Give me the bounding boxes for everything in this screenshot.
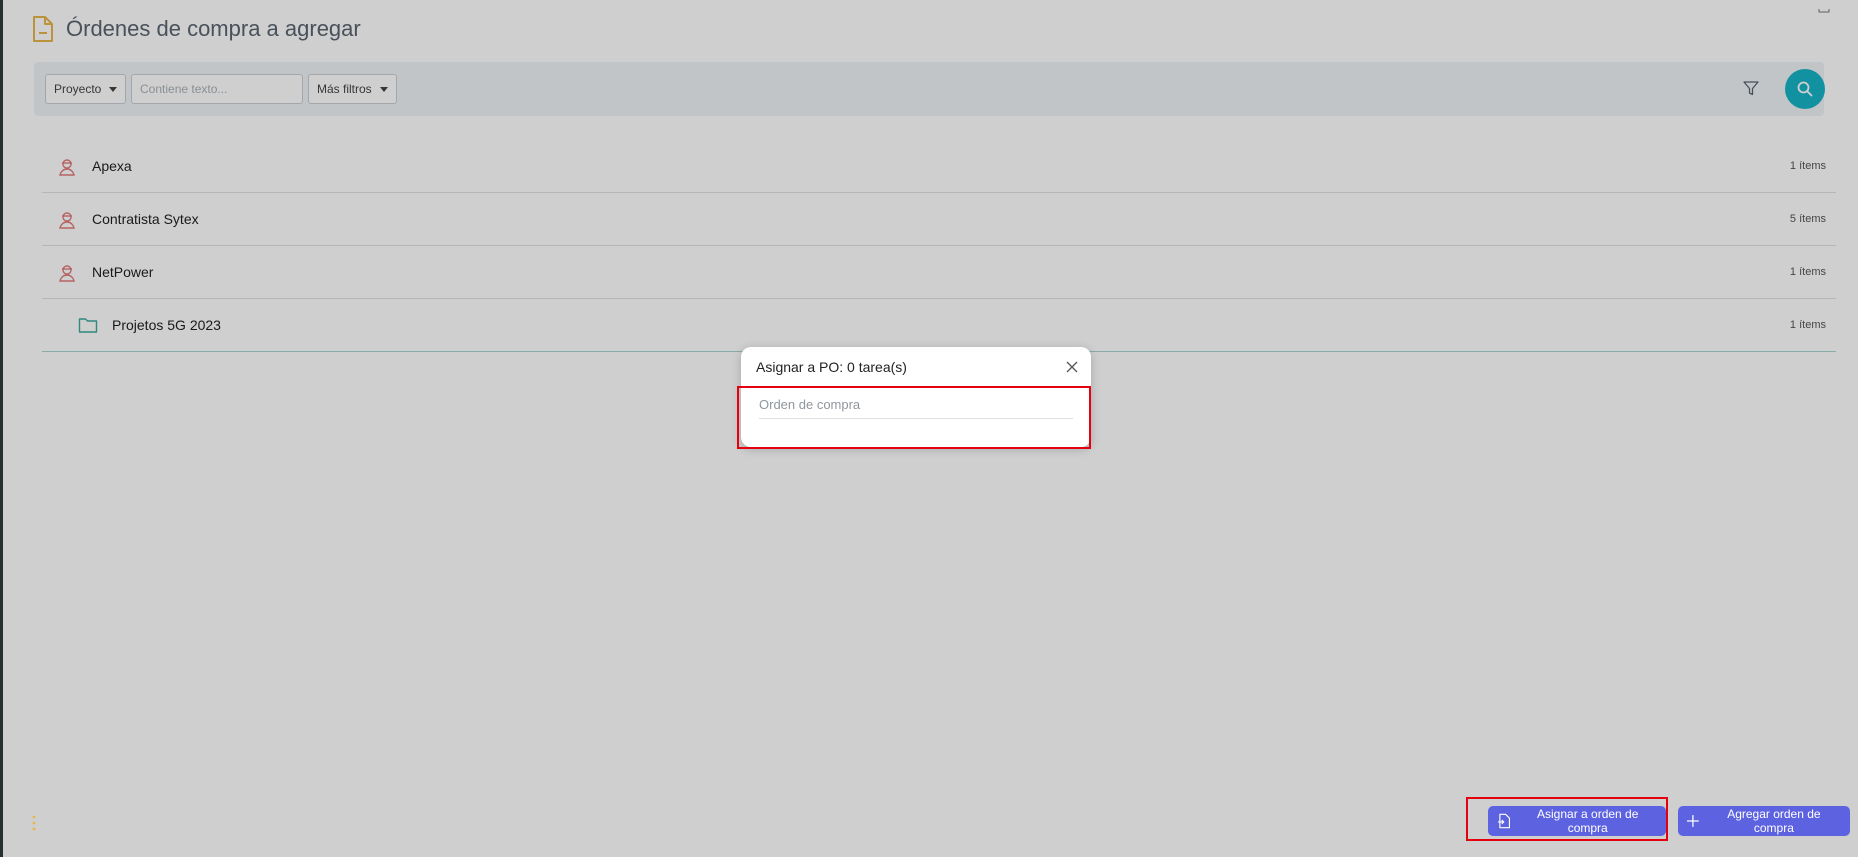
add-po-label: Agregar orden de compra [1727, 807, 1821, 835]
add-po-button[interactable]: Agregar orden de compra [1678, 806, 1850, 836]
more-options-icon[interactable] [31, 815, 37, 831]
dialog-title: Asignar a PO: 0 tarea(s) [756, 359, 907, 375]
highlight-box-assign-button [1466, 797, 1668, 841]
highlight-box-dialog-input [737, 386, 1091, 449]
close-icon[interactable] [1066, 360, 1078, 373]
plus-icon [1687, 815, 1699, 827]
